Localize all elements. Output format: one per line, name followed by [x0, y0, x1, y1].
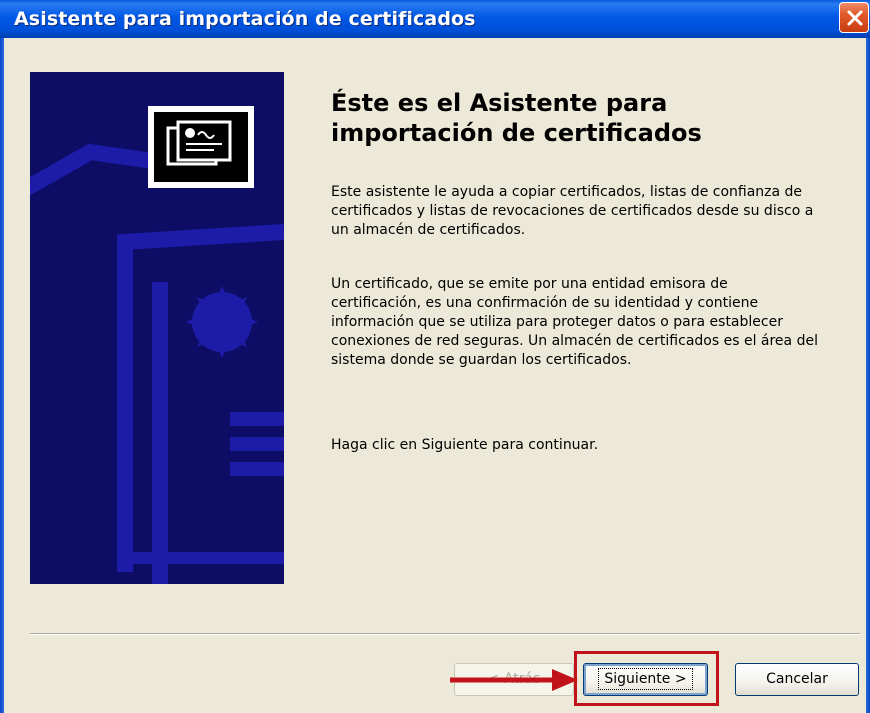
cancel-button[interactable]: Cancelar [735, 663, 859, 696]
next-button[interactable]: Siguiente > [583, 663, 708, 696]
title-bar[interactable]: Asistente para importación de certificad… [0, 0, 870, 38]
arrow-right-icon [450, 669, 578, 691]
wizard-side-graphic [30, 72, 284, 584]
continue-instruction: Haga clic en Siguiente para continuar. [331, 437, 599, 453]
side-graphic-art [30, 106, 284, 584]
window-border-left [0, 38, 4, 713]
seal-icon [186, 286, 258, 358]
certificate-icon [148, 106, 254, 188]
window-title: Asistente para importación de certificad… [14, 8, 476, 30]
close-button[interactable] [839, 2, 869, 33]
footer-separator [30, 633, 860, 635]
certificate-import-wizard-window: Asistente para importación de certificad… [0, 0, 870, 713]
certificate-description-paragraph: Un certificado, que se emite por una ent… [331, 276, 818, 368]
window-border-right [866, 38, 870, 713]
next-button-label: Siguiente > [598, 668, 693, 690]
wizard-heading: Éste es el Asistente para importación de… [331, 89, 702, 147]
intro-paragraph: Este asistente le ayuda a copiar certifi… [331, 184, 814, 238]
close-icon [847, 10, 863, 26]
